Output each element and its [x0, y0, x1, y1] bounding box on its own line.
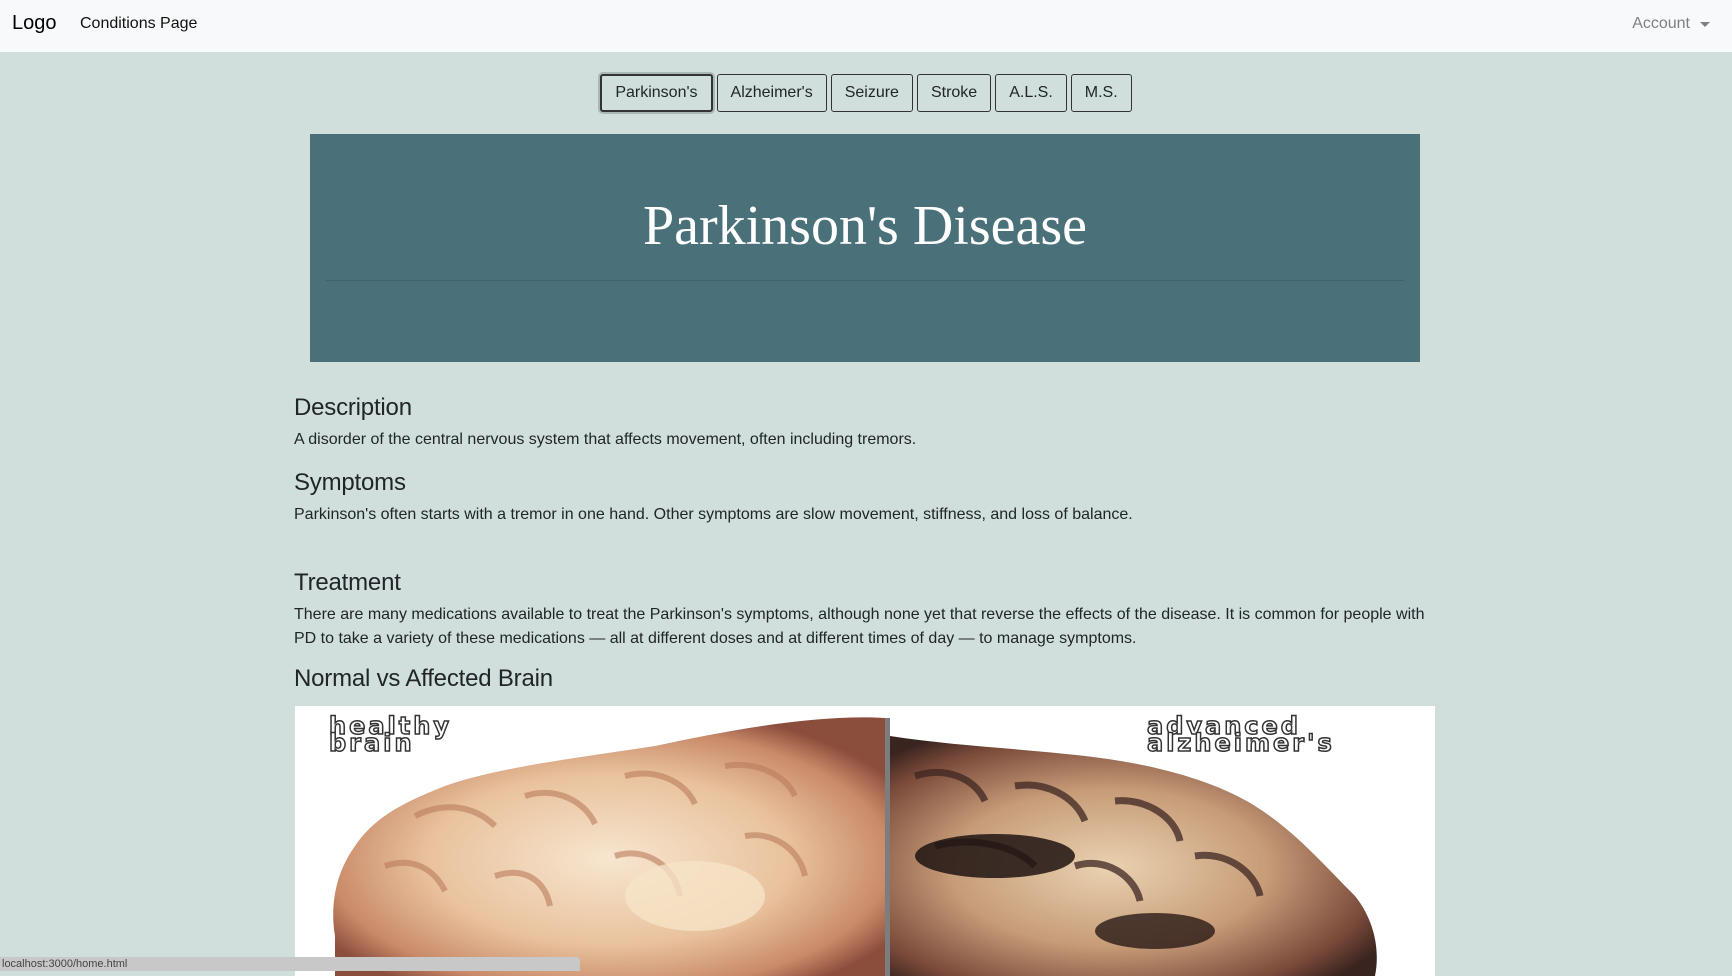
tab-label: Alzheimer's — [730, 84, 813, 101]
tab-parkinsons[interactable]: Parkinson's — [600, 74, 713, 112]
tab-stroke[interactable]: Stroke — [916, 74, 992, 112]
treatment-heading: Treatment — [294, 569, 401, 596]
top-navbar: Logo Conditions Page Account — [0, 0, 1732, 52]
description-text: A disorder of the central nervous system… — [294, 431, 917, 448]
logo-link[interactable]: Logo — [12, 12, 57, 35]
symptoms-text: Parkinson's often starts with a tremor i… — [294, 506, 1133, 523]
symptoms-heading: Symptoms — [294, 469, 406, 496]
tab-seizure[interactable]: Seizure — [830, 74, 913, 112]
healthy-brain-label: healthy brain — [328, 713, 452, 756]
brain-comparison-image: healthy brain advanced alzheimer's — [295, 706, 1435, 976]
tab-label: Parkinson's — [615, 84, 698, 101]
account-dropdown[interactable]: Account — [1632, 15, 1710, 33]
tab-label: Stroke — [930, 84, 978, 101]
description-heading: Description — [294, 394, 412, 421]
hero-banner: Parkinson's Disease — [310, 134, 1420, 362]
condition-content: Description A disorder of the central ne… — [294, 390, 1444, 693]
conditions-page-link[interactable]: Conditions Page — [80, 15, 197, 33]
tab-ms[interactable]: M.S. — [1070, 74, 1132, 112]
hero-divider — [326, 280, 1404, 281]
tab-label: M.S. — [1084, 84, 1118, 101]
tab-als[interactable]: A.L.S. — [995, 74, 1067, 112]
advanced-alzheimers-label-line2: alzheimer's — [1146, 729, 1335, 757]
caret-down-icon — [1700, 21, 1710, 27]
treatment-text: There are many medications available to … — [294, 606, 1425, 647]
advanced-alzheimers-label: advanced alzheimer's — [1146, 713, 1335, 757]
comparison-heading: Normal vs Affected Brain — [294, 665, 553, 692]
condition-tabs: Parkinson's Alzheimer's Seizure Stroke A… — [0, 74, 1732, 112]
tab-label: A.L.S. — [1009, 84, 1053, 101]
tab-label: Seizure — [844, 84, 899, 101]
page-title: Parkinson's Disease — [642, 195, 1088, 257]
account-label: Account — [1632, 15, 1690, 32]
tab-alzheimers[interactable]: Alzheimer's — [716, 74, 827, 112]
browser-status-bar: localhost:3000/home.html — [0, 957, 580, 971]
